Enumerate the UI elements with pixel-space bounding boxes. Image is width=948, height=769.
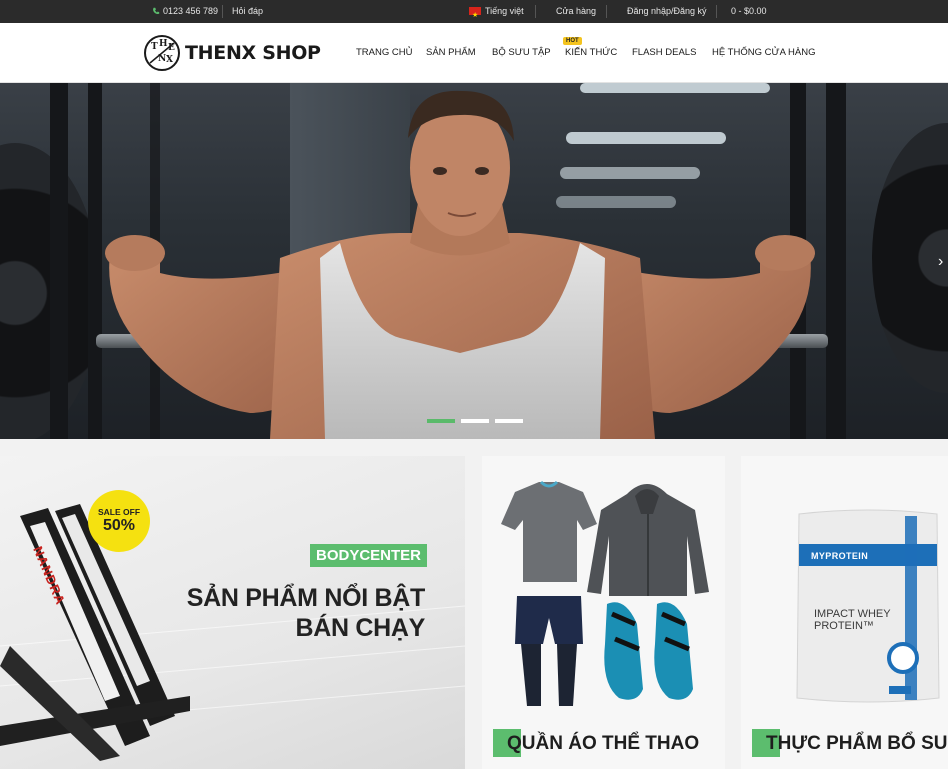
weight-plate-right bbox=[872, 123, 948, 393]
slider-dot-2[interactable] bbox=[461, 419, 489, 423]
promo-tag: BODYCENTER bbox=[310, 544, 428, 567]
promo-headline-line1: SẢN PHẨM NỔI BẬT bbox=[186, 584, 426, 612]
rack-post bbox=[826, 83, 846, 439]
sale-badge-percent: 50% bbox=[102, 517, 136, 534]
supplement-product-line2: PROTEIN™ bbox=[814, 620, 874, 632]
vietnam-flag-icon bbox=[469, 4, 481, 27]
site-header: THE NX THENX SHOP TRANG CHỦ SẢN PHẨM BỘ … bbox=[0, 23, 948, 83]
slider-next-arrow[interactable]: › bbox=[938, 253, 943, 271]
nav-home[interactable]: TRANG CHỦ bbox=[356, 47, 412, 58]
nav-knowledge[interactable]: KIẾN THỨC bbox=[565, 47, 617, 58]
sale-badge: SALE OFF 50% bbox=[88, 490, 150, 552]
nav-collections[interactable]: BỘ SƯU TẬP bbox=[492, 47, 551, 58]
stores-link[interactable]: Cửa hàng bbox=[556, 0, 596, 23]
faq-link[interactable]: Hỏi đáp bbox=[232, 0, 263, 23]
sale-badge-line1: SALE OFF bbox=[97, 507, 141, 517]
login-register-link[interactable]: Đăng nhập/Đăng ký bbox=[627, 0, 707, 23]
slider-dots bbox=[427, 419, 523, 423]
divider bbox=[535, 5, 536, 18]
language-selector[interactable]: Tiếng việt bbox=[469, 0, 524, 27]
top-bar: 0123 456 789 Hỏi đáp Tiếng việt Cửa hàng… bbox=[0, 0, 948, 27]
supplement-brand: MYPROTEIN bbox=[811, 551, 869, 561]
logo[interactable]: THE NX THENX SHOP bbox=[144, 33, 321, 73]
promo-headline-line2: BÁN CHẠY bbox=[295, 614, 425, 642]
nav-products[interactable]: SẢN PHẨM bbox=[426, 47, 476, 58]
language-label: Tiếng việt bbox=[485, 6, 524, 16]
category-label-supplements: THỰC PHẨM BỔ SUNG bbox=[766, 733, 948, 754]
hero-slider[interactable]: ‹ › bbox=[0, 83, 948, 439]
promo-bestsellers[interactable]: NANDRA SALE OFF 50% BODYCENTER SẢN PHẨM … bbox=[0, 456, 465, 769]
phone-icon bbox=[153, 7, 160, 14]
cart-summary[interactable]: 0 - $0.00 bbox=[731, 0, 767, 23]
nav-flash-deals[interactable]: FLASH DEALS bbox=[632, 47, 696, 58]
slider-dot-1[interactable] bbox=[427, 419, 455, 423]
phone-contact[interactable]: 0123 456 789 bbox=[152, 0, 218, 23]
slider-dot-3[interactable] bbox=[495, 419, 523, 423]
promo-sportswear[interactable]: QUẦN ÁO THỂ THAO bbox=[482, 456, 725, 769]
divider bbox=[222, 5, 223, 18]
divider bbox=[606, 5, 607, 18]
category-label-sportswear: QUẦN ÁO THỂ THAO bbox=[507, 733, 700, 754]
rack-post bbox=[50, 83, 68, 439]
athlete-image bbox=[105, 90, 815, 439]
nav-store-system[interactable]: HỆ THỐNG CỬA HÀNG bbox=[712, 47, 815, 58]
promo-supplements[interactable]: MYPROTEIN IMPACT WHEY PROTEIN™ THỰC PHẨM… bbox=[741, 456, 948, 769]
phone-number: 0123 456 789 bbox=[163, 6, 219, 16]
logo-text: THENX SHOP bbox=[185, 42, 321, 64]
supplement-product-line1: IMPACT WHEY bbox=[814, 608, 891, 620]
hot-badge: HOT bbox=[563, 37, 582, 45]
divider bbox=[716, 5, 717, 18]
sportswear-image bbox=[501, 480, 709, 706]
logo-icon: THE NX bbox=[144, 35, 180, 71]
